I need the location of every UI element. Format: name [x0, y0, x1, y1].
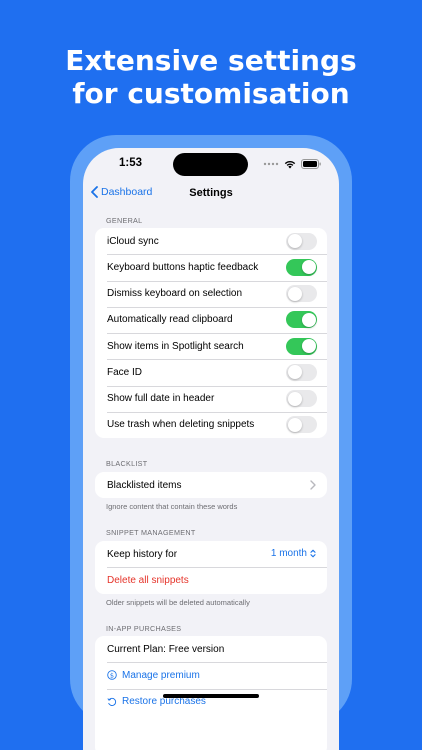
toggle-knob [287, 234, 302, 248]
status-icons [263, 159, 321, 169]
setting-row-dismiss-keyboard: Dismiss keyboard on selection [95, 280, 327, 307]
setting-label: Automatically read clipboard [107, 314, 233, 326]
setting-row-full-date: Show full date in header [95, 385, 327, 412]
setting-label: Dismiss keyboard on selection [107, 288, 243, 300]
headline-line-1: Extensive settings [65, 44, 357, 77]
dismiss-keyboard-toggle[interactable] [286, 285, 317, 302]
current-plan-row: Current Plan: Free version [95, 636, 327, 662]
manage-premium-label: Manage premium [122, 669, 200, 681]
current-plan-label: Current Plan: Free version [107, 643, 225, 655]
restore-purchases-button[interactable]: Restore purchases [95, 688, 327, 715]
section-header-general: GENERAL [106, 216, 143, 225]
svg-text:$: $ [110, 672, 114, 680]
delete-all-snippets-button[interactable]: Delete all snippets [95, 567, 327, 593]
setting-label: Show full date in header [107, 393, 215, 405]
setting-label: iCloud sync [107, 235, 159, 247]
setting-row-read-clipboard: Automatically read clipboard [95, 306, 327, 333]
dollar-circle-icon: $ [107, 670, 117, 681]
page-title: Settings [189, 187, 233, 199]
blacklisted-items-label: Blacklisted items [107, 479, 182, 491]
dynamic-island [173, 153, 248, 176]
headline: Extensive settings for customisation [0, 44, 422, 110]
delete-all-snippets-label: Delete all snippets [107, 574, 189, 586]
setting-row-icloud-sync: iCloud sync [95, 228, 327, 254]
setting-label: Face ID [107, 366, 143, 378]
general-settings-group: iCloud sync Keyboard buttons haptic feed… [95, 228, 327, 438]
snippet-management-footer-note: Older snippets will be deleted automatic… [106, 598, 250, 607]
read-clipboard-toggle[interactable] [286, 311, 317, 329]
in-app-purchases-group: Current Plan: Free version $ Manage prem… [95, 636, 327, 750]
toggle-knob [301, 339, 316, 353]
blacklist-group: Blacklisted items [95, 472, 327, 499]
snippet-management-group: Keep history for 1 month Delete all snip… [95, 541, 327, 594]
navigation-bar: Dashboard Settings [83, 182, 339, 212]
cellular-signal-icon [263, 162, 279, 166]
status-bar: 1:53 [83, 148, 339, 184]
toggle-knob [301, 260, 316, 275]
setting-label: Show items in Spotlight search [107, 340, 244, 352]
blacklist-footer-note: Ignore content that contain these words [106, 502, 238, 511]
home-indicator [163, 694, 259, 698]
toggle-knob [287, 391, 302, 406]
keep-history-label: Keep history for [107, 548, 178, 560]
full-date-toggle[interactable] [286, 390, 317, 407]
keep-history-row: Keep history for 1 month [95, 541, 327, 567]
face-id-toggle[interactable] [286, 363, 317, 381]
wifi-icon [284, 160, 296, 168]
headline-line-2: for customisation [72, 77, 350, 110]
section-header-blacklist: BLACKLIST [106, 459, 148, 468]
setting-label: Use trash when deleting snippets [107, 419, 255, 431]
haptic-feedback-toggle[interactable] [286, 258, 317, 276]
status-time: 1:53 [119, 157, 143, 169]
toggle-knob [287, 286, 302, 301]
spotlight-toggle[interactable] [286, 337, 317, 355]
toggle-knob [287, 417, 302, 432]
toggle-knob [301, 312, 316, 327]
manage-premium-link: $ Manage premium [107, 670, 200, 681]
setting-row-spotlight: Show items in Spotlight search [95, 333, 327, 359]
history-duration-picker[interactable]: 1 month [271, 548, 316, 559]
chevron-up-down-icon [310, 549, 316, 558]
section-header-in-app-purchases: IN-APP PURCHASES [106, 624, 182, 633]
section-header-snippet-management: SNIPPET MANAGEMENT [106, 528, 196, 537]
manage-premium-button[interactable]: $ Manage premium [95, 662, 327, 688]
blacklisted-items-row[interactable]: Blacklisted items [95, 472, 327, 498]
setting-label: Keyboard buttons haptic feedback [107, 261, 259, 273]
battery-icon [301, 159, 321, 169]
use-trash-toggle[interactable] [286, 416, 317, 434]
toggle-knob [287, 365, 302, 380]
icloud-sync-toggle[interactable] [286, 232, 317, 250]
phone-screen: 1:53 Dashboard Settings GENERAL iCloud s… [83, 148, 339, 750]
history-duration-value: 1 month [270, 548, 307, 559]
setting-row-use-trash: Use trash when deleting snippets [95, 411, 327, 438]
restore-icon [107, 697, 117, 706]
setting-row-haptic-feedback: Keyboard buttons haptic feedback [95, 254, 327, 280]
chevron-right-icon [310, 480, 316, 490]
setting-row-face-id: Face ID [95, 359, 327, 385]
